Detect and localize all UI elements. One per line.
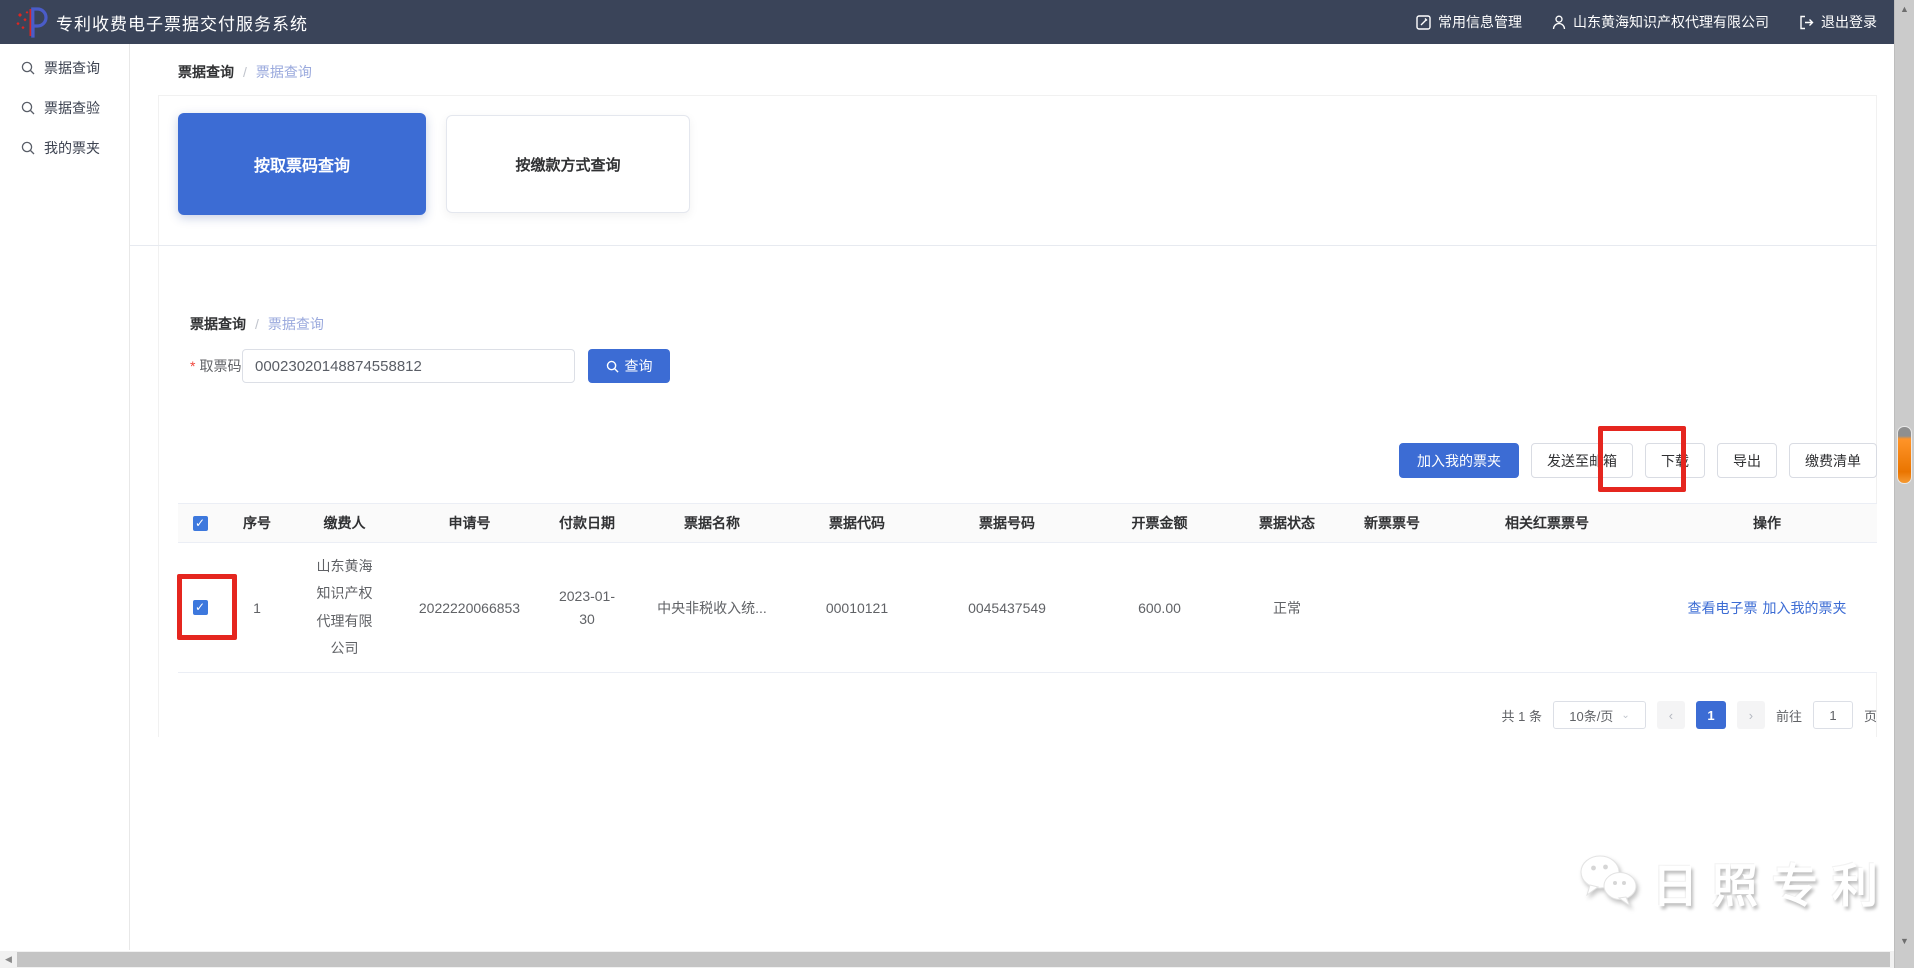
cell-actions: 查看电子票 加入我的票夹 <box>1657 543 1877 672</box>
page-size-select[interactable]: 10条/页 ⌄ <box>1552 701 1646 729</box>
scroll-up-arrow-icon[interactable]: ▲ <box>1895 4 1914 14</box>
table-header-row: ✓ 序号 缴费人 申请号 付款日期 票据名称 票据代码 票据号码 开票金额 票据… <box>178 503 1877 543</box>
nav-logout[interactable]: 退出登录 <box>1799 12 1877 32</box>
horizontal-scrollbar-thumb[interactable] <box>17 952 1890 967</box>
breadcrumb-root[interactable]: 票据查询 <box>178 62 234 82</box>
export-button[interactable]: 导出 <box>1717 443 1777 478</box>
goto-label: 前往 <box>1775 708 1802 724</box>
search-button-label: 查询 <box>624 358 653 374</box>
cell-amount: 600.00 <box>1138 599 1181 616</box>
sidebar-item-my-wallet[interactable]: 我的票夹 <box>0 128 129 168</box>
cell-receipt-no: 0045437549 <box>968 599 1046 616</box>
sidebar-item-receipt-query[interactable]: 票据查询 <box>0 48 129 88</box>
top-header: 专利收费电子票据交付服务系统 常用信息管理 山东黄海知识产权代理有限公司 退出登… <box>0 0 1914 44</box>
app-logo-icon <box>16 7 48 38</box>
breadcrumb: 票据查询 / 票据查询 <box>178 62 312 82</box>
download-button[interactable]: 下载 <box>1645 443 1705 478</box>
row-checkbox[interactable]: ✓ <box>192 600 208 615</box>
row-add-to-wallet-link[interactable]: 加入我的票夹 <box>1763 598 1847 618</box>
nav-common-info-label: 常用信息管理 <box>1438 14 1522 30</box>
scroll-down-arrow-icon[interactable]: ▼ <box>1895 936 1914 946</box>
horizontal-scrollbar[interactable]: ◀ <box>0 951 1894 968</box>
inner-breadcrumb-current: 票据查询 <box>267 316 324 332</box>
payment-list-button[interactable]: 缴费清单 <box>1789 443 1877 478</box>
page-size-value: 10条/页 <box>1569 708 1614 724</box>
cell-receipt-name: 中央非税收入统... <box>657 599 767 616</box>
vertical-scrollbar[interactable]: ▲ ▼ <box>1894 0 1914 968</box>
required-mark: * <box>190 358 196 374</box>
col-related-red-no: 相关红票票号 <box>1505 515 1589 531</box>
search-icon <box>21 141 35 155</box>
col-status: 票据状态 <box>1259 515 1315 531</box>
nav-account[interactable]: 山东黄海知识产权代理有限公司 <box>1552 12 1769 32</box>
cell-related-red-no <box>1437 543 1657 672</box>
search-icon <box>606 360 619 373</box>
col-actions: 操作 <box>1753 515 1781 531</box>
inner-breadcrumb-root[interactable]: 票据查询 <box>190 314 246 334</box>
pagination-total: 共 1 条 <box>1501 708 1542 724</box>
cell-new-ticket-no <box>1347 543 1437 672</box>
inner-breadcrumb: 票据查询 / 票据查询 <box>190 314 324 334</box>
top-nav: 常用信息管理 山东黄海知识产权代理有限公司 退出登录 <box>1416 0 1877 44</box>
search-icon <box>21 101 35 115</box>
col-new-ticket-no: 新票票号 <box>1364 515 1420 531</box>
nav-logout-label: 退出登录 <box>1821 14 1877 30</box>
table-toolbar: 加入我的票夹 发送至邮箱 下载 导出 缴费清单 <box>1399 443 1877 478</box>
page-footer: 党政机关 政府网站 找错 主办单位：国家知识产权局 | 咨询电话：010-623… <box>0 735 1877 835</box>
cell-index: 1 <box>253 599 261 616</box>
col-application-no: 申请号 <box>448 515 491 531</box>
next-page-button[interactable]: › <box>1736 701 1765 729</box>
vertical-scrollbar-thumb[interactable] <box>1897 426 1912 484</box>
watermark: 日照专利 <box>1578 850 1892 916</box>
section-divider <box>130 245 1877 246</box>
col-payer: 缴费人 <box>323 515 366 531</box>
nav-account-label: 山东黄海知识产权代理有限公司 <box>1573 14 1769 30</box>
col-pay-date: 付款日期 <box>559 515 615 531</box>
goto-page-input[interactable] <box>1812 701 1853 729</box>
search-button[interactable]: 查询 <box>588 349 670 383</box>
watermark-text: 日照专利 <box>1652 860 1892 912</box>
cell-receipt-code: 00010121 <box>825 599 889 616</box>
cell-pay-date: 2023-01-30 <box>558 588 616 627</box>
sidebar-item-receipt-verify[interactable]: 票据查验 <box>0 88 129 128</box>
tab-query-by-payment[interactable]: 按缴款方式查询 <box>446 115 690 213</box>
breadcrumb-current: 票据查询 <box>255 64 312 80</box>
col-index: 序号 <box>243 515 271 531</box>
search-icon <box>21 61 35 75</box>
pagination: 共 1 条 10条/页 ⌄ ‹ 1 › 前往 页 <box>1501 700 1877 730</box>
scroll-left-arrow-icon[interactable]: ◀ <box>0 951 17 968</box>
cell-payer: 山东黄海知识产权代理有限公司 <box>316 557 373 656</box>
tab-query-by-code[interactable]: 按取票码查询 <box>178 113 426 215</box>
page-unit-label: 页 <box>1863 708 1877 724</box>
sidebar-item-label: 票据查验 <box>44 100 100 116</box>
logout-icon <box>1800 15 1814 29</box>
ticket-code-label: * 取票码 <box>190 358 242 374</box>
col-amount: 开票金额 <box>1131 515 1188 531</box>
view-e-receipt-link[interactable]: 查看电子票 <box>1688 598 1758 618</box>
select-all-checkbox[interactable]: ✓ <box>192 515 208 531</box>
add-to-wallet-button[interactable]: 加入我的票夹 <box>1399 443 1519 478</box>
col-receipt-no: 票据号码 <box>979 515 1035 531</box>
user-icon <box>1552 15 1566 29</box>
sidebar-item-label: 票据查询 <box>44 60 100 76</box>
cell-status: 正常 <box>1273 599 1301 616</box>
ticket-code-input[interactable] <box>242 349 575 383</box>
chevron-down-icon: ⌄ <box>1621 709 1630 721</box>
col-receipt-code: 票据代码 <box>829 515 885 531</box>
inner-breadcrumb-separator: / <box>255 316 259 332</box>
app-title: 专利收费电子票据交付服务系统 <box>56 14 308 34</box>
sidebar-item-label: 我的票夹 <box>44 140 100 156</box>
cell-application-no: 2022220066853 <box>418 599 521 616</box>
prev-page-button[interactable]: ‹ <box>1656 701 1685 729</box>
wechat-icon <box>1578 853 1640 914</box>
receipt-table: ✓ 序号 缴费人 申请号 付款日期 票据名称 票据代码 票据号码 开票金额 票据… <box>178 503 1877 673</box>
page-number-1[interactable]: 1 <box>1695 701 1726 729</box>
nav-common-info[interactable]: 常用信息管理 <box>1416 12 1522 32</box>
col-receipt-name: 票据名称 <box>684 515 740 531</box>
breadcrumb-separator: / <box>243 64 247 80</box>
app-root: 专利收费电子票据交付服务系统 常用信息管理 山东黄海知识产权代理有限公司 退出登… <box>0 0 1914 968</box>
send-to-email-button[interactable]: 发送至邮箱 <box>1531 443 1633 478</box>
edit-icon <box>1416 14 1431 30</box>
table-row: ✓ 1 山东黄海知识产权代理有限公司 2022220066853 2023-01… <box>178 543 1877 673</box>
